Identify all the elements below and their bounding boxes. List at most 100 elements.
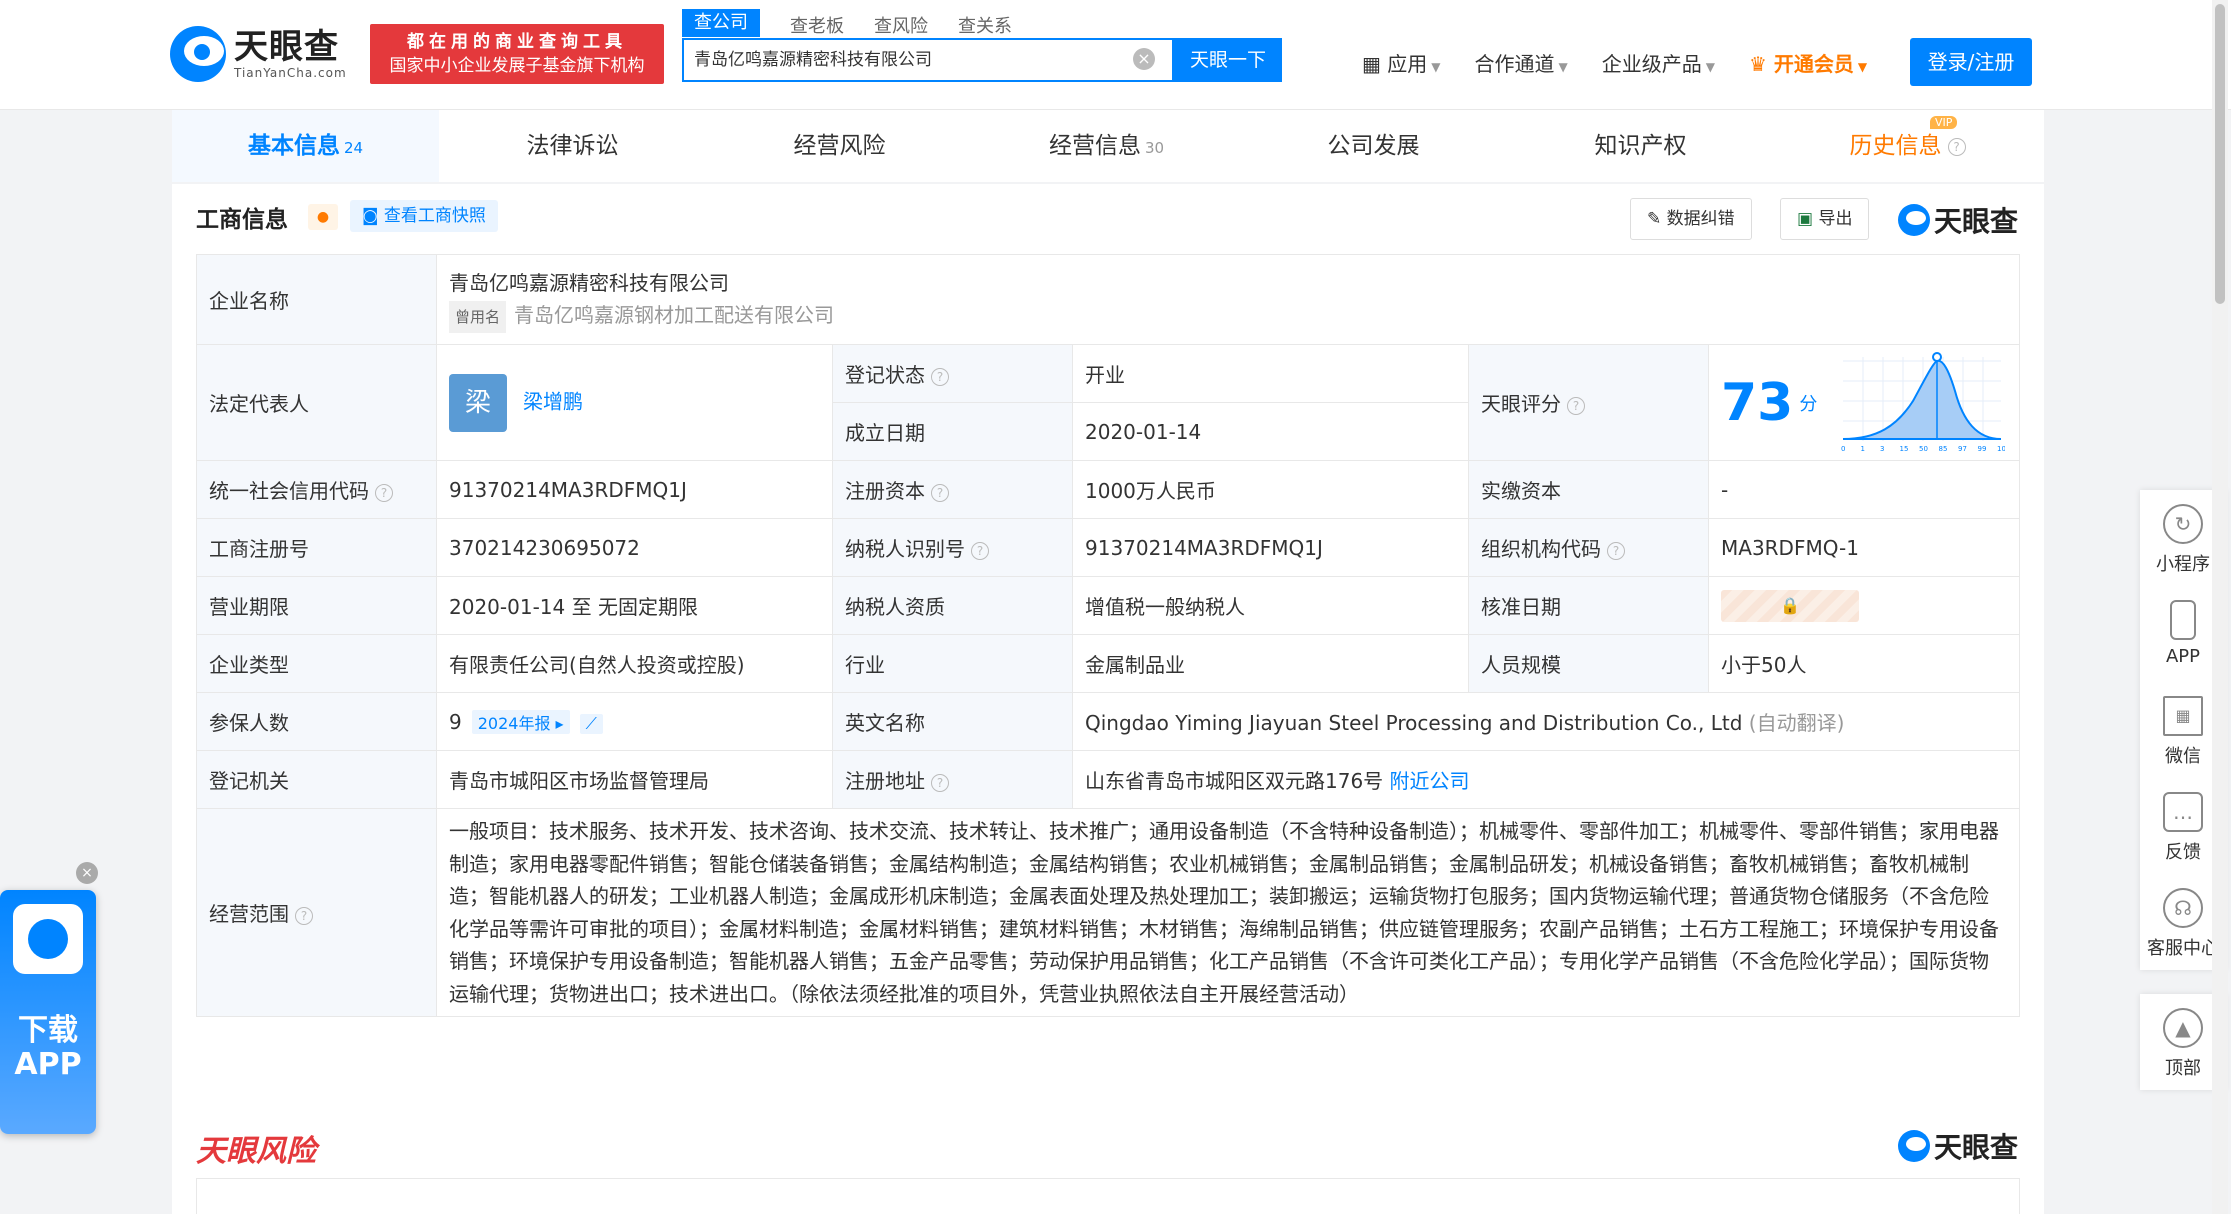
data-correction-button[interactable]: ✎ 数据纠错 [1630,198,1752,240]
help-icon[interactable]: ? [931,773,949,792]
label-term: 营业期限 [196,576,437,635]
bell-icon[interactable]: ● [308,204,338,230]
used-name-tag: 曾用名 [449,300,507,333]
label-reg-capital: 注册资本? [832,460,1073,519]
slogan-line2: 国家中小企业发展子基金旗下机构 [389,56,645,76]
tab-basic-info[interactable]: 基本信息 24 [172,110,439,182]
nav-channel[interactable]: 合作通道 ▼ [1475,48,1568,77]
label-legal-rep: 法定代表人 [196,344,437,461]
risk-panel [196,1178,2020,1214]
close-icon[interactable]: × [76,862,98,884]
label-insured: 参保人数 [196,692,437,751]
tab-history[interactable]: 历史信息? [1774,110,2041,182]
org-code: MA3RDFMQ-1 [1708,518,2020,577]
clear-icon[interactable]: × [1133,48,1155,70]
label-credit-code: 统一社会信用代码? [196,460,437,519]
taxpayer-id: 91370214MA3RDFMQ1J [1072,518,1469,577]
logo-icon [1898,1130,1930,1162]
search-tab-company[interactable]: 查公司 [682,9,760,37]
label-address: 注册地址? [832,750,1073,809]
export-button[interactable]: ▣ 导出 [1780,198,1870,240]
used-name: 青岛亿鸣嘉源钢材加工配送有限公司 [514,302,835,327]
brand-logo-risk: 天眼查 [1898,1126,2018,1166]
company-name: 青岛亿鸣嘉源精密科技有限公司 [449,270,729,295]
section-title: 工商信息 [196,207,288,233]
authority: 青岛市城阳区市场监督管理局 [436,750,833,809]
help-icon[interactable]: ? [971,541,989,560]
english-name: Qingdao Yiming Jiayuan Steel Processing … [1085,711,1743,735]
crown-icon: ♛ [1748,52,1774,76]
snapshot-button[interactable]: ◙ 查看工商快照 [350,200,498,232]
label-paid-capital: 实缴资本 [1468,460,1709,519]
login-button[interactable]: 登录/注册 [1910,38,2032,86]
nearby-companies-link[interactable]: 附近公司 [1390,769,1470,793]
excel-icon: ▣ [1797,209,1819,229]
search-tab-boss[interactable]: 查老板 [790,12,844,38]
nav-apps[interactable]: ▦ 应用 ▼ [1362,48,1441,77]
search-type-tabs: 查公司 查老板 查风险 查关系 [682,9,1012,38]
help-icon[interactable]: ? [931,483,949,502]
logo-text: 天眼查 [234,27,339,67]
staff-size: 小于50人 [1708,634,2020,693]
label-org-code: 组织机构代码? [1468,518,1709,577]
tab-ip[interactable]: 知识产权 [1507,110,1774,182]
camera-icon: ◙ [362,206,384,226]
site-logo[interactable]: 天眼查 TianYanCha.com [170,26,347,82]
annual-report-tag[interactable]: 2024年报 ▸ [471,709,570,734]
tab-business-risk[interactable]: 经营风险 [706,110,973,182]
tab-development[interactable]: 公司发展 [1240,110,1507,182]
logo-icon [1898,204,1930,236]
nav-vip[interactable]: ♛ 开通会员 ▼ [1749,48,1867,77]
tab-lawsuits[interactable]: 法律诉讼 [439,110,706,182]
score-tick-label: 1 [1861,445,1865,453]
chevron-down-icon: ▼ [1857,60,1868,74]
tab-business-info[interactable]: 经营信息 30 [973,110,1240,182]
reg-no: 370214230695072 [436,518,833,577]
nav-enterprise[interactable]: 企业级产品 ▼ [1602,48,1715,77]
paid-capital: - [1708,460,2020,519]
search-tab-relation[interactable]: 查关系 [958,12,1012,38]
help-icon[interactable]: ? [375,483,393,502]
label-score: 天眼评分? [1468,344,1709,461]
download-app-banner[interactable]: 下载 APP [0,890,96,1134]
score-value: 73 [1721,372,1794,433]
score-unit: 分 [1799,393,1818,415]
reg-capital: 1000万人民币 [1072,460,1469,519]
help-icon[interactable]: ? [1567,396,1585,415]
label-reg-status: 登记状态? [832,344,1073,403]
scrollbar-thumb[interactable] [2215,4,2225,304]
lock-icon[interactable]: 🔒 [1721,589,1859,622]
qr-code-icon: ▦ [2163,696,2203,736]
label-approval-date: 核准日期 [1468,576,1709,635]
address: 山东省青岛市城阳区双元路176号 [1085,769,1384,793]
legal-rep-link[interactable]: 梁增鹏 [523,389,583,413]
score-cell[interactable]: 73分 0 1 3 15 50 85 97 99 100 [1708,344,2020,461]
trend-chart-icon[interactable]: ⟋ [579,713,603,734]
help-icon[interactable]: ? [931,367,949,386]
app-label: APP [14,1047,82,1082]
score-tick-label: 99 [1978,445,1987,453]
chevron-down-icon: ▼ [1558,60,1568,74]
company-type: 有限责任公司(自然人投资或控股) [436,634,833,693]
grid-icon: ▦ [1362,52,1388,76]
help-icon[interactable]: ? [1607,541,1625,560]
help-icon[interactable]: ? [295,906,313,925]
business-scope: 一般项目：技术服务、技术开发、技术咨询、技术交流、技术转让、技术推广；通用设备制… [436,808,2020,1017]
search-input[interactable]: 青岛亿鸣嘉源精密科技有限公司 [682,38,1174,82]
credit-code: 91370214MA3RDFMQ1J [436,460,833,519]
insured-count: 9 [449,709,462,734]
headset-icon: ☊ [2163,888,2203,928]
score-tick-label: 15 [1900,445,1909,453]
score-tick-label: 85 [1939,445,1948,453]
top-nav: ▦ 应用 ▼ 合作通道 ▼ 企业级产品 ▼ ♛ 开通会员 ▼ [1362,48,1867,77]
est-date: 2020-01-14 [1072,402,1469,461]
taxpayer-qual: 增值税一般纳税人 [1072,576,1469,635]
label-scope: 经营范围? [196,808,437,1017]
search-tab-risk[interactable]: 查风险 [874,12,928,38]
label-est-date: 成立日期 [832,402,1073,461]
chevron-down-icon: ▼ [1705,60,1715,74]
score-distribution-chart: 0 1 3 15 50 85 97 99 100 [1841,351,2005,453]
avatar[interactable]: 梁 [449,373,507,432]
search-button[interactable]: 天眼一下 [1174,38,1282,82]
score-tick-label: 3 [1880,445,1884,453]
